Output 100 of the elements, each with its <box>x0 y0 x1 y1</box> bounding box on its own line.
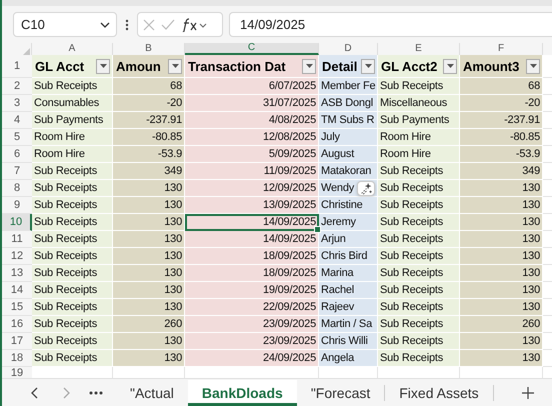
table-cell[interactable]: 31/07/2025 <box>185 95 319 112</box>
column-header[interactable]: B <box>113 43 185 55</box>
row-number[interactable]: 12 <box>2 248 32 265</box>
name-box[interactable]: C10 <box>13 12 117 37</box>
table-cell[interactable]: -20 <box>460 95 543 112</box>
row-number[interactable]: 16 <box>2 316 32 333</box>
column-header[interactable]: D <box>319 43 378 55</box>
table-cell[interactable]: Sub Receipts <box>32 282 113 299</box>
table-cell[interactable]: Sub Receipts <box>32 197 113 214</box>
table-cell[interactable]: 5/09/2025 <box>185 146 319 163</box>
table-cell[interactable]: 68 <box>460 78 543 95</box>
table-cell[interactable]: Sub Receipts <box>378 316 460 333</box>
table-cell[interactable]: Sub Receipts <box>32 265 113 282</box>
table-cell[interactable]: 130 <box>460 299 543 316</box>
table-cell[interactable]: Sub Receipts <box>32 163 113 180</box>
row-number[interactable]: 2 <box>2 78 32 95</box>
filter-button[interactable] <box>361 58 375 74</box>
table-cell[interactable]: Sub Receipts <box>378 299 460 316</box>
table-cell[interactable]: Room Hire <box>32 129 113 146</box>
table-cell[interactable]: 130 <box>460 333 543 350</box>
row-number[interactable]: 8 <box>2 180 32 197</box>
table-cell[interactable]: Arjun <box>319 231 378 248</box>
column-header[interactable]: E <box>378 43 460 55</box>
filter-button[interactable] <box>96 58 110 74</box>
formula-bar[interactable]: 14/09/2025 <box>229 12 552 37</box>
table-cell[interactable]: -53.9 <box>460 146 543 163</box>
row-number[interactable]: 7 <box>2 163 32 180</box>
table-cell[interactable]: -20 <box>113 95 185 112</box>
table-cell[interactable]: Sub Receipts <box>378 231 460 248</box>
table-cell[interactable]: Jeremy <box>319 214 378 231</box>
quick-analysis-button[interactable] <box>357 180 375 196</box>
table-cell[interactable]: 130 <box>460 265 543 282</box>
row-number[interactable]: 6 <box>2 146 32 163</box>
table-cell[interactable]: 23/09/2025 <box>185 316 319 333</box>
table-cell[interactable]: 130 <box>460 350 543 367</box>
table-cell[interactable]: August <box>319 146 378 163</box>
table-cell[interactable]: 18/09/2025 <box>185 265 319 282</box>
row-number[interactable]: 14 <box>2 282 32 299</box>
previous-sheet-icon[interactable] <box>30 386 38 398</box>
more-icon[interactable] <box>125 18 129 30</box>
check-icon[interactable] <box>161 19 175 30</box>
table-cell[interactable]: 130 <box>113 214 185 231</box>
table-cell[interactable]: 130 <box>113 265 185 282</box>
sheet-tab[interactable]: "Actual <box>116 380 188 406</box>
table-cell[interactable]: 130 <box>113 333 185 350</box>
row-number[interactable]: 9 <box>2 197 32 214</box>
table-cell[interactable]: Marina <box>319 265 378 282</box>
table-cell[interactable]: Sub Receipts <box>32 248 113 265</box>
table-cell[interactable]: -53.9 <box>113 146 185 163</box>
table-cell[interactable]: Sub Receipts <box>378 265 460 282</box>
table-cell[interactable]: Miscellaneous <box>378 95 460 112</box>
table-cell[interactable]: 130 <box>113 231 185 248</box>
table-cell[interactable]: Consumables <box>32 95 113 112</box>
table-cell[interactable]: Matakoran <box>319 163 378 180</box>
table-cell[interactable]: Sub Receipts <box>378 163 460 180</box>
table-cell[interactable]: Member Fe <box>319 78 378 95</box>
table-cell[interactable]: Sub Receipts <box>378 350 460 367</box>
row-number[interactable]: 4 <box>2 112 32 129</box>
table-cell[interactable]: 130 <box>113 282 185 299</box>
table-cell[interactable]: Chris Bird <box>319 248 378 265</box>
table-cell[interactable]: Sub Receipts <box>378 180 460 197</box>
table-cell[interactable]: -80.85 <box>460 129 543 146</box>
table-cell[interactable]: 130 <box>460 180 543 197</box>
row-number[interactable]: 10 <box>2 214 32 231</box>
table-cell[interactable]: Angela <box>319 350 378 367</box>
table-cell[interactable]: Sub Receipts <box>32 78 113 95</box>
column-header[interactable]: C <box>185 43 319 55</box>
sheet-tab[interactable]: BankDloads <box>188 380 297 406</box>
table-cell[interactable]: 130 <box>460 197 543 214</box>
table-cell[interactable]: Sub Receipts <box>32 231 113 248</box>
table-cell[interactable]: 14/09/2025 <box>185 231 319 248</box>
table-cell[interactable]: Room Hire <box>378 129 460 146</box>
table-cell[interactable]: 22/09/2025 <box>185 299 319 316</box>
table-cell[interactable]: Sub Payments <box>32 112 113 129</box>
table-cell[interactable]: 68 <box>113 78 185 95</box>
table-cell[interactable]: Sub Receipts <box>32 180 113 197</box>
table-cell[interactable]: Sub Receipts <box>378 197 460 214</box>
table-cell[interactable]: Christine <box>319 197 378 214</box>
table-cell[interactable]: 349 <box>113 163 185 180</box>
row-number[interactable]: 13 <box>2 265 32 282</box>
table-cell[interactable]: Sub Payments <box>378 112 460 129</box>
table-cell[interactable]: 130 <box>460 248 543 265</box>
sheet-tab[interactable]: "Forecast <box>296 380 384 406</box>
table-cell[interactable]: -237.91 <box>113 112 185 129</box>
table-cell[interactable]: July <box>319 129 378 146</box>
table-cell[interactable]: TM Subs R <box>319 112 378 129</box>
fill-handle[interactable] <box>314 226 321 233</box>
table-cell[interactable]: 260 <box>460 316 543 333</box>
table-cell[interactable]: Sub Receipts <box>32 333 113 350</box>
table-cell[interactable]: Sub Receipts <box>32 350 113 367</box>
table-cell[interactable]: 130 <box>113 299 185 316</box>
table-cell[interactable]: 4/08/2025 <box>185 112 319 129</box>
table-cell[interactable]: 130 <box>113 248 185 265</box>
table-cell[interactable]: Sub Receipts <box>378 214 460 231</box>
sheet-tab[interactable]: Fixed Assets <box>385 380 493 406</box>
table-cell[interactable]: Rajeev <box>319 299 378 316</box>
table-cell[interactable]: 12/08/2025 <box>185 129 319 146</box>
table-cell[interactable]: Sub Receipts <box>378 282 460 299</box>
table-cell[interactable]: 18/09/2025 <box>185 248 319 265</box>
row-number[interactable]: 18 <box>2 350 32 367</box>
